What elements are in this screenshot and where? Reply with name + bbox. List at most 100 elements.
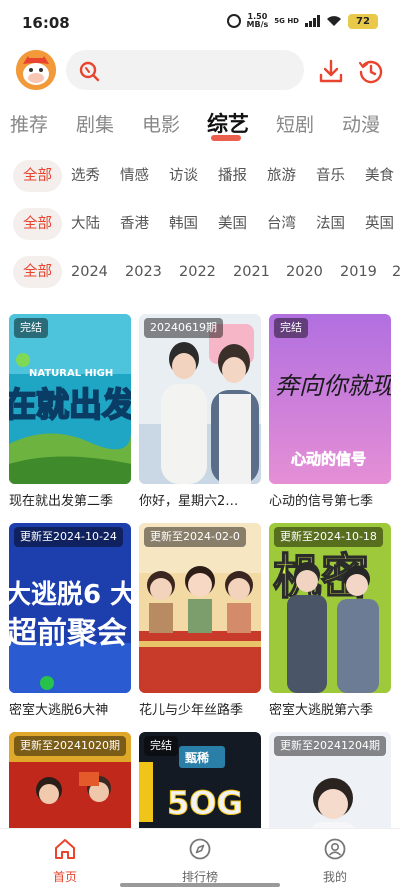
- compass-icon: [189, 838, 211, 860]
- show-title[interactable]: 现在就出发第二季: [9, 490, 131, 509]
- show-poster[interactable]: 奔向你就现在 心动的信号 完结: [269, 314, 391, 484]
- bottom-nav: 首页 排行榜 我的: [0, 828, 400, 889]
- filter-type-item[interactable]: 音乐: [316, 160, 345, 192]
- show-poster[interactable]: NATURAL HIGH 在就出发 完结: [9, 314, 131, 484]
- show-card[interactable]: 更新至20241204期: [269, 732, 391, 828]
- network-speed: 1.50 MB/s: [247, 13, 269, 29]
- show-title[interactable]: 心动的信号第七季: [269, 490, 391, 509]
- tab-anime[interactable]: 动漫: [342, 110, 380, 137]
- search-input[interactable]: [66, 50, 304, 90]
- avatar[interactable]: [16, 50, 56, 90]
- show-card[interactable]: 大逃脱6 大 超前聚会 更新至2024-10-24 密室大逃脱6大神: [9, 523, 131, 718]
- filter-region-all[interactable]: 全部: [13, 208, 62, 240]
- battery-level: 72: [356, 15, 370, 27]
- show-title[interactable]: 你好，星期六2…: [139, 490, 261, 509]
- filter-type-item[interactable]: 美食: [365, 160, 394, 192]
- filter-row-type: 全部 选秀 情感 访谈 播报 旅游 音乐 美食: [0, 158, 400, 194]
- poster-title-text: 在就出发: [9, 385, 131, 424]
- filter-type-item[interactable]: 旅游: [267, 160, 296, 192]
- show-card[interactable]: NATURAL HIGH 在就出发 完结 现在就出发第二季: [9, 314, 131, 509]
- filter-year-item[interactable]: 2019: [340, 256, 377, 288]
- filter-type-item[interactable]: 访谈: [169, 160, 198, 192]
- filter-row-year: 全部 2024 2023 2022 2021 2020 2019 2: [0, 254, 400, 290]
- filter-region-item[interactable]: 法国: [316, 208, 345, 240]
- filter-type-item[interactable]: 选秀: [71, 160, 100, 192]
- show-title[interactable]: 密室大逃脱第六季: [269, 699, 391, 718]
- filter-year-item[interactable]: 2024: [71, 256, 108, 288]
- nav-profile-label: 我的: [322, 870, 347, 884]
- show-poster[interactable]: 机密 更新至2024-10-18: [269, 523, 391, 693]
- filter-year-item[interactable]: 2021: [233, 256, 270, 288]
- show-poster[interactable]: 更新至2024-02-0: [139, 523, 261, 693]
- poster-image: [139, 523, 261, 693]
- network-speed-unit: MB/s: [246, 20, 269, 29]
- tab-recommend[interactable]: 推荐: [10, 110, 48, 137]
- category-tabs: 推荐 剧集 电影 综艺 短剧 动漫: [0, 106, 400, 144]
- home-indicator[interactable]: [120, 883, 280, 887]
- status-badge: 更新至20241020期: [14, 736, 126, 756]
- status-badge: 完结: [14, 318, 48, 338]
- filter-year-item[interactable]: 2: [392, 256, 400, 288]
- nav-home[interactable]: 首页: [25, 837, 105, 885]
- status-icons: 1.50 MB/s 5G HD 72: [226, 13, 378, 29]
- filter-region-item[interactable]: 台湾: [267, 208, 296, 240]
- show-poster[interactable]: 20240619期: [139, 314, 261, 484]
- filter-year-item[interactable]: 2023: [125, 256, 162, 288]
- search-icon: [79, 61, 100, 82]
- nav-ranking[interactable]: 排行榜: [160, 837, 240, 885]
- alarm-icon: [226, 14, 241, 28]
- status-bar: 16:08 1.50 MB/s 5G HD 72: [0, 0, 400, 46]
- filter-region-item[interactable]: 美国: [218, 208, 247, 240]
- show-title[interactable]: 花儿与少年丝路季: [139, 699, 261, 718]
- show-card[interactable]: 更新至20241020期: [9, 732, 131, 828]
- show-grid: NATURAL HIGH 在就出发 完结 现在就出发第二季 20240619期: [0, 314, 400, 828]
- show-poster[interactable]: 甄稀 5OG 完结: [139, 732, 261, 828]
- filter-year-item[interactable]: 2020: [286, 256, 323, 288]
- filter-region-item[interactable]: 英国: [365, 208, 394, 240]
- signal-icon: [305, 15, 320, 27]
- filter-type-item[interactable]: 情感: [120, 160, 149, 192]
- poster-natural-high: NATURAL HIGH: [29, 368, 113, 379]
- status-badge: 更新至20241204期: [274, 736, 386, 756]
- status-badge: 20240619期: [144, 318, 223, 338]
- filter-type-item[interactable]: 播报: [218, 160, 247, 192]
- tab-movies[interactable]: 电影: [142, 110, 180, 137]
- history-icon[interactable]: [358, 58, 384, 84]
- show-card[interactable]: 甄稀 5OG 完结: [139, 732, 261, 828]
- home-icon: [55, 839, 75, 859]
- status-badge: 完结: [144, 736, 178, 756]
- show-card[interactable]: 机密 更新至2024-10-18 密室大逃脱第六季: [269, 523, 391, 718]
- show-card[interactable]: 奔向你就现在 心动的信号 完结 心动的信号第七季: [269, 314, 391, 509]
- poster-logo-text: 心动的信号: [291, 450, 366, 468]
- show-card[interactable]: 20240619期 你好，星期六2…: [139, 314, 261, 509]
- poster-title-line2: 超前聚会: [9, 616, 127, 651]
- filter-region-item[interactable]: 韩国: [169, 208, 198, 240]
- filter-region-item[interactable]: 香港: [120, 208, 149, 240]
- filter-year-all[interactable]: 全部: [13, 256, 62, 288]
- poster-image: 奔向你就现在 心动的信号: [269, 314, 391, 484]
- filter-row-region: 全部 大陆 香港 韩国 美国 台湾 法国 英国: [0, 206, 400, 242]
- download-icon[interactable]: [318, 58, 344, 84]
- poster-title-line1: 大逃脱6 大: [9, 580, 131, 610]
- poster-image: NATURAL HIGH 在就出发: [9, 314, 131, 484]
- filter-region-item[interactable]: 大陆: [71, 208, 100, 240]
- poster-script-text: 奔向你就现在: [275, 372, 391, 400]
- nav-home-label: 首页: [52, 870, 77, 884]
- show-poster[interactable]: 更新至20241204期: [269, 732, 391, 828]
- battery-icon: 72: [348, 13, 378, 29]
- status-badge: 完结: [274, 318, 308, 338]
- tab-series[interactable]: 剧集: [76, 110, 114, 137]
- show-poster[interactable]: 大逃脱6 大 超前聚会 更新至2024-10-24: [9, 523, 131, 693]
- filter-year-item[interactable]: 2022: [179, 256, 216, 288]
- wifi-icon: [327, 16, 341, 26]
- profile-icon: [324, 838, 346, 860]
- filter-type-all[interactable]: 全部: [13, 160, 62, 192]
- show-title[interactable]: 密室大逃脱6大神: [9, 699, 131, 718]
- tab-variety[interactable]: 综艺: [207, 108, 249, 138]
- nav-profile[interactable]: 我的: [295, 837, 375, 885]
- show-poster[interactable]: 更新至20241020期: [9, 732, 131, 828]
- tab-short-drama[interactable]: 短剧: [276, 110, 314, 137]
- poster-logo-text: 甄稀: [185, 750, 209, 765]
- status-badge: 更新至2024-10-24: [14, 527, 123, 547]
- show-card[interactable]: 更新至2024-02-0 花儿与少年丝路季: [139, 523, 261, 718]
